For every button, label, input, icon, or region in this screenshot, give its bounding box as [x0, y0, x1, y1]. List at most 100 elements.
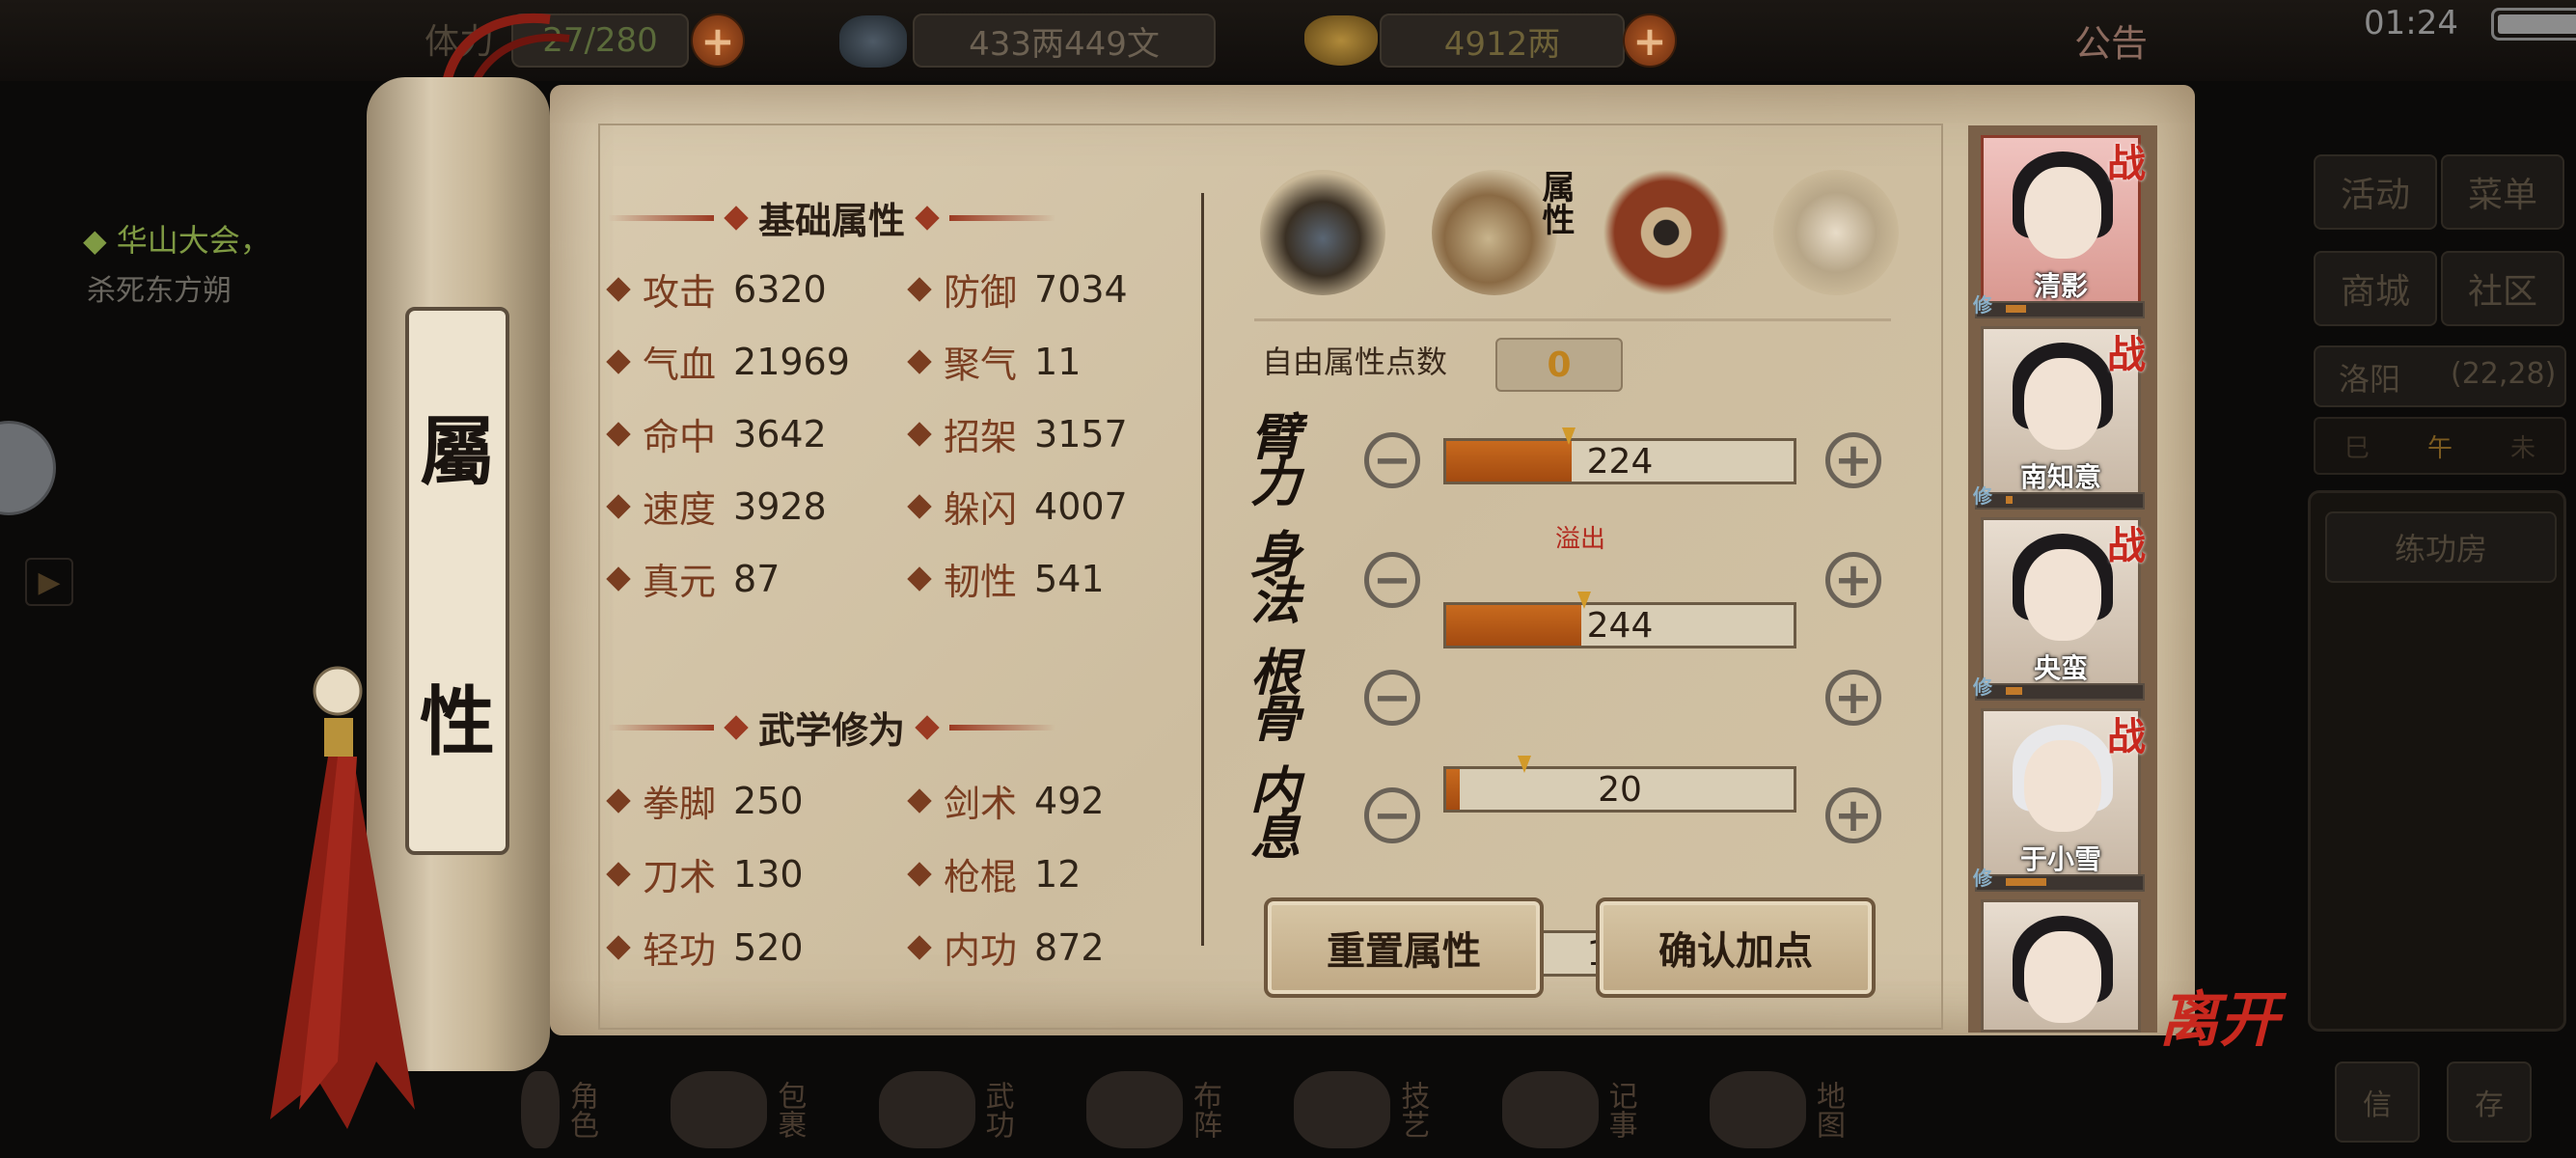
add-stamina-button[interactable]: +: [691, 14, 745, 68]
tab-equipment-hat-icon[interactable]: [1260, 170, 1385, 295]
stat-label: 命中: [643, 416, 717, 458]
basic-title-text: 基础属性: [758, 200, 906, 242]
stat-value: 130: [733, 852, 804, 896]
member-name: 清影: [2033, 270, 2088, 302]
journal-icon: [1501, 1071, 1599, 1148]
martial-spear: 枪棍 12: [907, 847, 1082, 900]
nav-martial-label: 武功: [979, 1081, 1014, 1139]
attr-value: 224: [1586, 441, 1654, 482]
member-name: 于小雪: [2019, 843, 2101, 875]
stat-label: 剑术: [944, 783, 1018, 825]
side-menu-icon[interactable]: [0, 421, 56, 515]
stat-speed: 速度 3928: [606, 480, 827, 533]
stat-value: 7034: [1034, 267, 1128, 311]
party-member[interactable]: 战 清影: [1981, 135, 2146, 307]
diamond-icon: [724, 205, 749, 231]
stat-hp: 气血 21969: [606, 335, 850, 388]
tab-attributes-scroll-icon[interactable]: 属性: [1432, 170, 1575, 295]
tab-bagua-icon[interactable]: [1603, 170, 1729, 295]
location-box[interactable]: 洛阳 (22,28): [2314, 345, 2566, 407]
martial-blade: 刀术 130: [606, 847, 804, 900]
nav-journal[interactable]: 记事: [1501, 1071, 1684, 1148]
increase-constitution-button[interactable]: +: [1825, 670, 1881, 726]
decrease-strength-button[interactable]: −: [1364, 432, 1420, 488]
diamond-icon: [915, 205, 940, 231]
community-button[interactable]: 社区: [2441, 251, 2564, 326]
attr-name-constitution: 根骨: [1250, 644, 1302, 749]
map-icon: [1709, 1071, 1806, 1148]
notice-button[interactable]: 公告: [2074, 14, 2148, 67]
train-badge-icon: 修: [1973, 484, 1992, 508]
ornament-left-icon: [608, 724, 714, 731]
free-points-value: 0: [1495, 338, 1623, 392]
books-icon: [878, 1071, 975, 1148]
bag-icon: [671, 1071, 768, 1148]
stat-value: 3157: [1034, 412, 1128, 455]
add-gold-button[interactable]: +: [1623, 14, 1677, 68]
stat-zhenyuan: 真元 87: [606, 552, 780, 605]
activity-button[interactable]: 活动: [2314, 154, 2437, 230]
menu-button[interactable]: 菜单: [2441, 154, 2564, 230]
attr-value: 20: [1598, 769, 1642, 810]
train-badge-icon: 修: [1973, 676, 1992, 699]
nav-martial[interactable]: 武功: [878, 1071, 1060, 1148]
location-name: 洛阳: [2339, 361, 2401, 398]
practice-room-button[interactable]: 练功房: [2325, 511, 2557, 583]
train-badge-icon: 修: [1973, 867, 1992, 890]
decrease-constitution-button[interactable]: −: [1364, 670, 1420, 726]
stat-label: 防御: [944, 271, 1018, 314]
martial-lightness: 轻功 520: [606, 921, 804, 974]
reset-attributes-button[interactable]: 重置属性: [1264, 897, 1544, 998]
save-button[interactable]: 存: [2447, 1062, 2532, 1143]
party-member[interactable]: 战 于小雪: [1981, 708, 2146, 880]
martial-fist: 拳脚 250: [606, 774, 804, 827]
train-bar: 修: [1973, 293, 2145, 318]
stat-value: 4007: [1034, 484, 1128, 528]
tassel-icon: [270, 666, 415, 1129]
stat-label: 真元: [643, 561, 717, 603]
stat-value: 3642: [733, 412, 827, 455]
practice-room-label: 练功房: [2394, 531, 2487, 567]
party-member[interactable]: [1981, 899, 2141, 1033]
stat-value: 541: [1034, 557, 1105, 600]
decrease-breath-button[interactable]: −: [1364, 787, 1420, 843]
nav-formation[interactable]: 布阵: [1085, 1071, 1268, 1148]
location-coords: (22,28): [2451, 357, 2557, 391]
stat-label: 内功: [944, 929, 1018, 972]
nav-bag-label: 包裹: [772, 1081, 807, 1139]
stat-attack: 攻击 6320: [606, 262, 827, 316]
party-member[interactable]: 战 央蛮: [1981, 517, 2146, 689]
quest-title[interactable]: ◆ 华山大会，: [83, 216, 271, 261]
stat-label: 招架: [944, 416, 1018, 458]
nav-skills[interactable]: 技艺: [1294, 1071, 1475, 1148]
expand-arrow-icon[interactable]: ▶: [25, 558, 73, 606]
constitution-bar: 20: [1443, 756, 1796, 813]
train-bar: 修: [1973, 484, 2145, 510]
nav-character[interactable]: 角色: [521, 1071, 644, 1148]
battle-badge-icon: 战: [2107, 141, 2146, 186]
nav-bag[interactable]: 包裹: [671, 1071, 852, 1148]
stat-label: 气血: [643, 344, 717, 386]
increase-breath-button[interactable]: +: [1825, 787, 1881, 843]
column-divider: [1201, 193, 1204, 946]
overflow-label: 溢出: [1555, 525, 1606, 554]
party-member[interactable]: 战 南知意: [1981, 326, 2146, 498]
nav-map[interactable]: 地图: [1709, 1071, 1891, 1148]
roller-char-0: 屬: [419, 408, 495, 496]
character-icon: [521, 1071, 560, 1148]
leave-button[interactable]: 离开: [2159, 971, 2279, 1058]
increase-agility-button[interactable]: +: [1825, 552, 1881, 608]
stat-value: 6320: [733, 267, 827, 311]
ornament-right-icon: [949, 724, 1056, 731]
attr-name-breath: 内息: [1250, 761, 1302, 867]
decrease-agility-button[interactable]: −: [1364, 552, 1420, 608]
stat-toughness: 韧性 541: [907, 552, 1105, 605]
mail-button[interactable]: 信: [2335, 1062, 2420, 1143]
compass-2: 未: [2509, 433, 2535, 463]
stat-value: 12: [1034, 852, 1082, 896]
confirm-points-button[interactable]: 确认加点: [1596, 897, 1876, 998]
shop-button[interactable]: 商城: [2314, 251, 2437, 326]
tab-meridian-figure-icon[interactable]: [1773, 170, 1899, 295]
quest-desc: 杀死东方朔: [87, 274, 232, 308]
increase-strength-button[interactable]: +: [1825, 432, 1881, 488]
